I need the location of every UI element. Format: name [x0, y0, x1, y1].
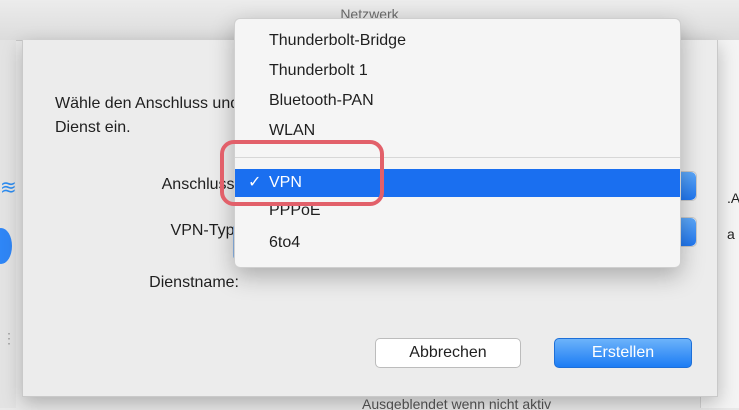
menu-item-pppoe[interactable]: PPPoE [235, 197, 680, 225]
service-name-label: Dienstname: [149, 274, 239, 291]
menu-item-label: Bluetooth-PAN [269, 92, 374, 109]
menu-item-wlan[interactable]: WLAN [235, 117, 680, 145]
menu-item-label: 6to4 [269, 234, 301, 251]
menu-item-vpn[interactable]: ✓ VPN [235, 169, 680, 197]
menu-item-label: WLAN [269, 122, 316, 139]
background-text-fragment: a [727, 226, 735, 242]
interface-label: Anschluss: [161, 176, 239, 193]
vpn-type-label: VPN-Typ: [170, 222, 239, 239]
menu-item-label: Thunderbolt 1 [269, 62, 368, 79]
background-text-fragment: .A [727, 190, 739, 206]
menu-item-label: PPPoE [269, 202, 321, 219]
more-dots-icon: ⋮ [2, 330, 16, 346]
create-button[interactable]: Erstellen [554, 338, 692, 368]
menu-item-bluetooth-pan[interactable]: Bluetooth-PAN [235, 87, 680, 115]
menu-item-label: Thunderbolt-Bridge [269, 32, 406, 49]
menu-separator [235, 157, 680, 158]
interface-menu: Thunderbolt-Bridge Thunderbolt 1 Bluetoo… [234, 18, 681, 268]
menu-item-thunderbolt-1[interactable]: Thunderbolt 1 [235, 57, 680, 85]
menu-item-6to4[interactable]: 6to4 [235, 229, 680, 257]
menu-item-thunderbolt-bridge[interactable]: Thunderbolt-Bridge [235, 27, 680, 55]
cancel-button[interactable]: Abbrechen [375, 338, 521, 368]
wifi-icon: ≋ [0, 177, 17, 199]
checkmark-icon: ✓ [248, 174, 262, 191]
menu-item-label: VPN [269, 174, 302, 191]
